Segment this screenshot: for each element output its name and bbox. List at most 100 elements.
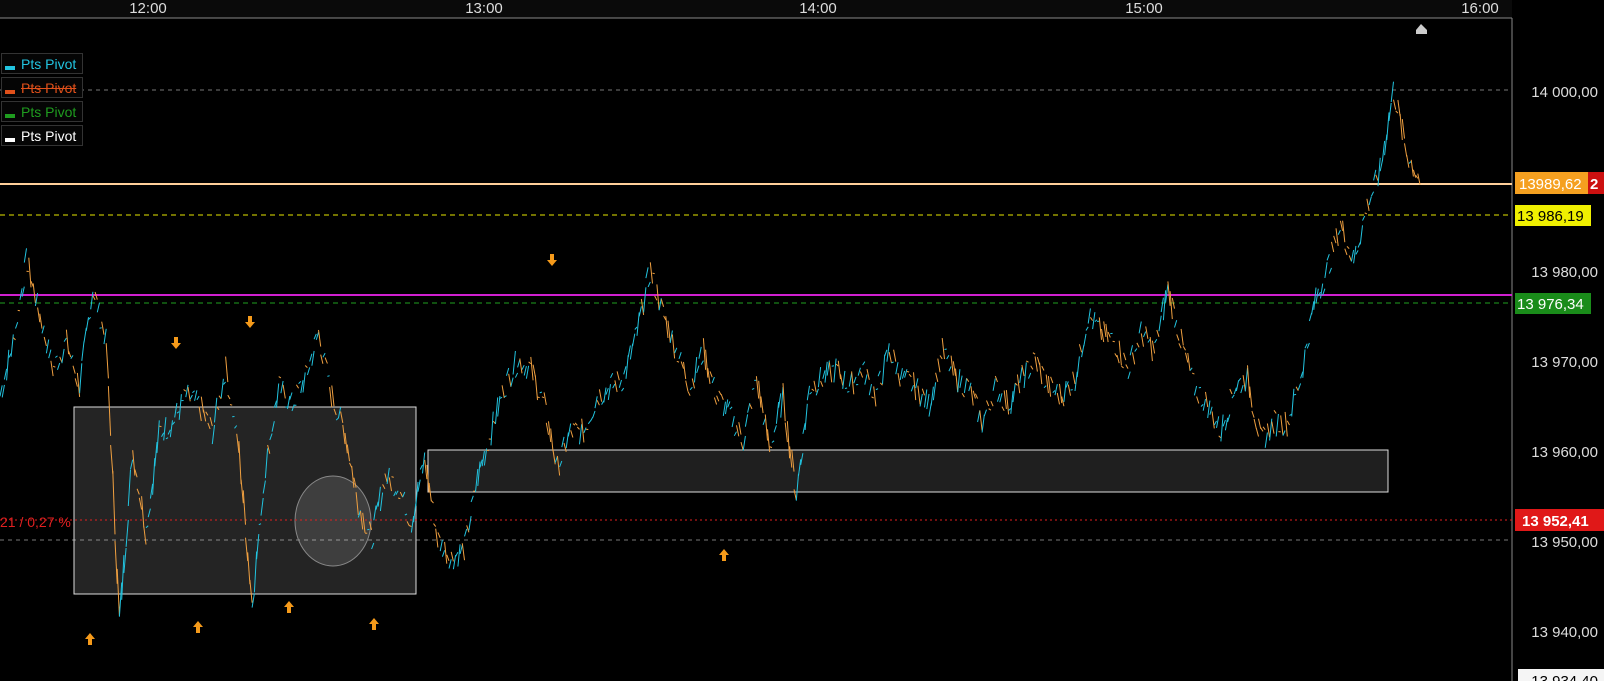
price-segment [1216, 416, 1220, 428]
price-segment [225, 356, 229, 383]
price-segment [28, 257, 32, 288]
legend-item-pivot-green[interactable]: Pts Pivot [1, 101, 83, 122]
legend-item-pivot-orange[interactable]: Pts Pivot [1, 77, 83, 98]
price-segment [1032, 352, 1036, 355]
price-segment [1264, 432, 1268, 448]
legend-item-pivot-white[interactable]: Pts Pivot [1, 125, 83, 146]
price-segment [1180, 328, 1184, 346]
price-chart[interactable]: 12:00 13:00 14:00 15:00 16:00 21 / 0,27 … [0, 0, 1604, 681]
price-segment [957, 369, 961, 393]
price-segment [196, 395, 200, 401]
price-segment [1397, 99, 1401, 117]
price-segment [592, 410, 596, 418]
price-segment [610, 372, 614, 379]
price-segment [1306, 342, 1310, 349]
price-segment [525, 365, 530, 379]
price-segment [519, 358, 523, 374]
price-segment [966, 378, 970, 382]
support-zone[interactable] [427, 449, 1389, 493]
price-segment [689, 386, 693, 391]
price-segment [1393, 99, 1397, 110]
price-segment [1178, 343, 1182, 349]
price-segment [12, 337, 16, 341]
price-segment [1145, 326, 1149, 339]
price-segment [1302, 349, 1306, 378]
price-segment [159, 425, 162, 428]
price-segment [990, 400, 994, 407]
price-segment [935, 372, 939, 383]
price-segment [665, 316, 669, 338]
price-segment [696, 365, 700, 374]
price-segment [1041, 365, 1045, 371]
price-segment [1165, 284, 1169, 303]
price-segment [528, 361, 532, 365]
price-segment [1132, 352, 1136, 365]
price-segment [1081, 345, 1085, 358]
price-segment [295, 384, 300, 389]
price-segment [649, 262, 653, 284]
price-segment [1202, 398, 1206, 411]
price-segment [738, 422, 742, 435]
price-segment [782, 383, 786, 422]
price-segment [437, 532, 441, 538]
price-segment [1220, 414, 1224, 442]
price-segment [625, 355, 629, 379]
legend-item-pivot-cyan[interactable]: Pts Pivot [1, 53, 83, 74]
price-segment [1342, 220, 1346, 243]
price-segment [435, 528, 439, 548]
price-segment [490, 411, 494, 446]
price-segment [868, 384, 872, 396]
price-segment [1410, 159, 1414, 177]
price-segment [32, 283, 36, 303]
price-segment [1381, 140, 1386, 162]
price-segment [185, 384, 189, 398]
price-segment [1074, 371, 1078, 392]
price-segment [638, 306, 642, 317]
price-segment [658, 298, 662, 311]
price-segment [705, 349, 709, 378]
price-segment [1244, 367, 1248, 392]
highlight-circle[interactable] [294, 475, 372, 567]
price-segment [1328, 267, 1332, 274]
price-segment [1118, 340, 1122, 366]
price-segment [541, 396, 545, 399]
price-segment [1200, 404, 1204, 407]
price-segment [1105, 323, 1109, 343]
price-segment [1353, 245, 1357, 264]
price-segment [612, 383, 616, 389]
price-segment [470, 495, 474, 503]
arrow-down-icon [171, 337, 181, 349]
price-tick: 14 000,00 [1531, 84, 1598, 101]
price-segment [514, 372, 519, 378]
price-segment [74, 378, 78, 387]
price-segment [1337, 229, 1341, 235]
price-segment [844, 387, 848, 389]
price-segment [1112, 340, 1115, 343]
legend-swatch-icon [5, 137, 15, 142]
price-segment [1209, 406, 1213, 415]
price-segment [1103, 321, 1107, 337]
price-segment [1350, 249, 1355, 262]
price-segment [441, 550, 446, 557]
price-segment [55, 355, 58, 358]
price-segment [1034, 356, 1038, 372]
price-segment [1121, 365, 1124, 369]
price-segment [1154, 339, 1158, 344]
price-segment [41, 325, 45, 334]
price-segment [713, 397, 718, 405]
price-segment [1238, 377, 1242, 382]
price-segment [105, 343, 109, 379]
price-segment [904, 369, 908, 378]
price-segment [45, 339, 50, 354]
price-segment [1098, 317, 1102, 340]
price-segment [1313, 287, 1317, 310]
home-marker-icon[interactable] [1416, 24, 1427, 34]
price-segment [952, 361, 956, 376]
legend-label: Pts Pivot [21, 55, 77, 72]
price-tick: 13 950,00 [1531, 534, 1598, 551]
price-segment [1379, 160, 1383, 172]
price-segment [647, 281, 651, 288]
price-segment [548, 421, 552, 443]
price-segment [1, 384, 5, 398]
price-segment [691, 378, 695, 389]
